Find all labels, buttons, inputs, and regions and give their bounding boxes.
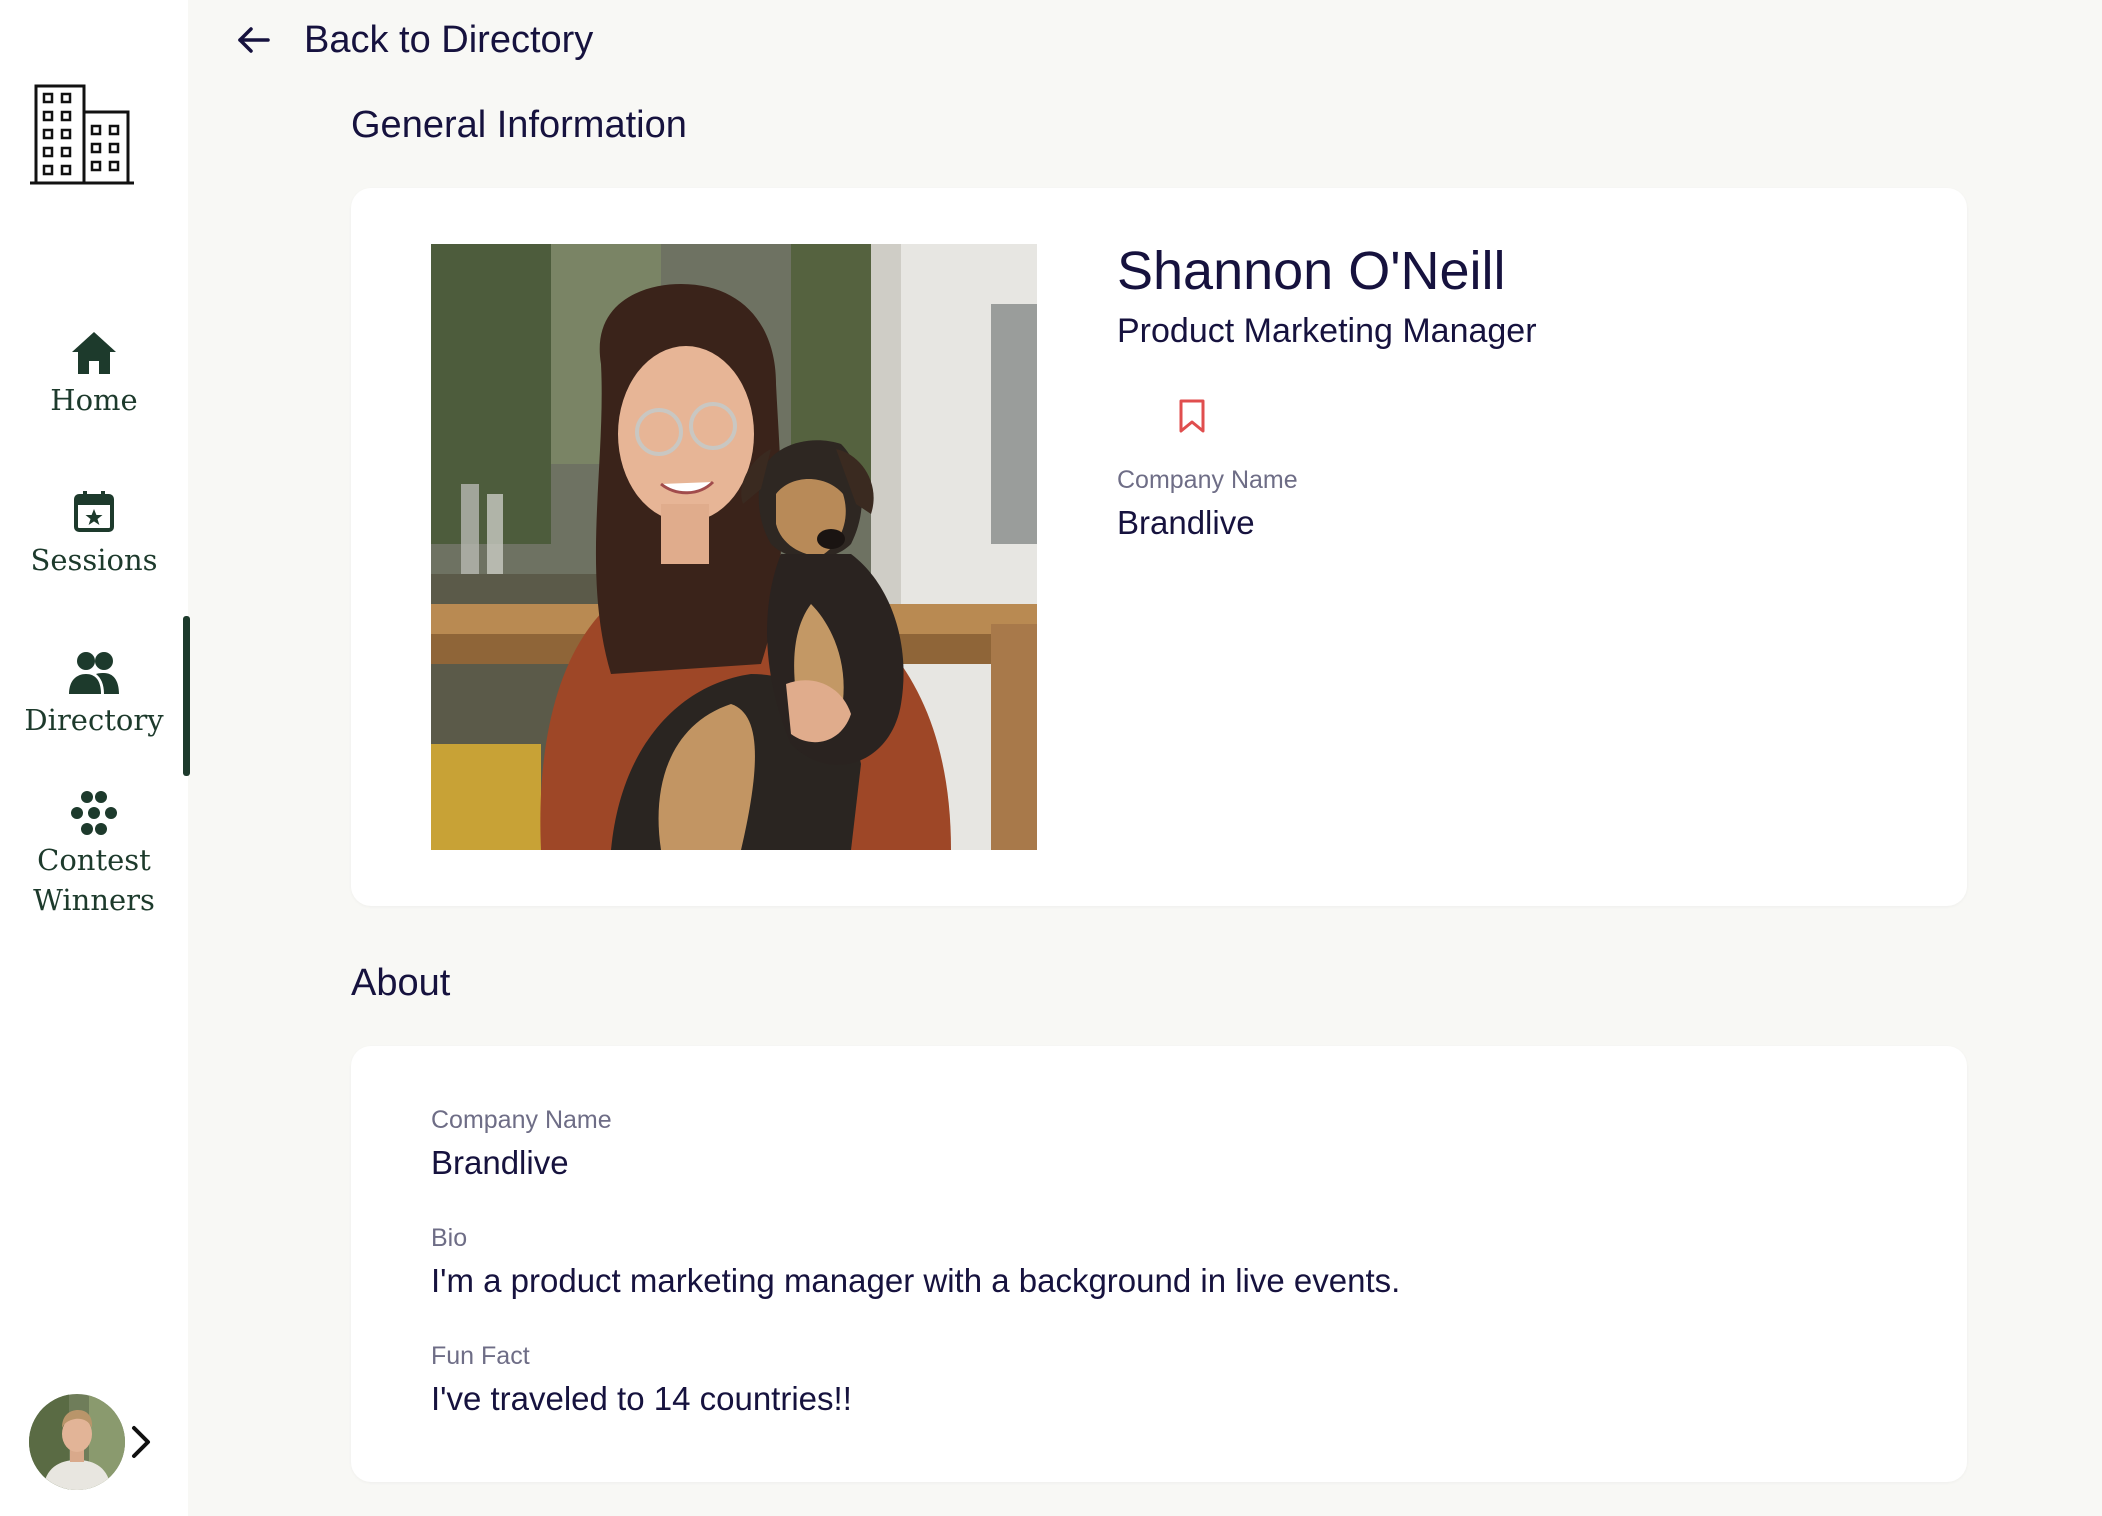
profile-job-title: Product Marketing Manager <box>1117 312 1537 350</box>
avatar[interactable] <box>29 1394 125 1490</box>
back-link-label: Back to Directory <box>304 18 594 61</box>
about-company-value: Brandlive <box>431 1144 569 1181</box>
sidebar-item-label: Directory <box>24 703 164 737</box>
about-card: Company Name Brandlive Bio I'm a product… <box>351 1046 1967 1482</box>
about-company-label: Company Name <box>431 1106 612 1134</box>
section-title-general: General Information <box>351 104 687 146</box>
sidebar-item-directory[interactable]: Directory <box>0 650 188 740</box>
chevron-right-icon[interactable] <box>128 1424 154 1460</box>
sidebar-item-label: Contest Winners <box>33 843 155 917</box>
calendar-star-icon <box>0 490 188 538</box>
general-info-card: Shannon O'Neill Product Marketing Manage… <box>351 188 1967 906</box>
fun-fact-value: I've traveled to 14 countries!! <box>431 1380 852 1417</box>
back-to-directory-link[interactable]: Back to Directory <box>236 12 593 68</box>
fun-fact-label: Fun Fact <box>431 1342 530 1370</box>
sidebar-item-label: Sessions <box>30 543 158 577</box>
sidebar-item-label: Home <box>50 383 138 417</box>
home-icon <box>0 330 188 378</box>
company-name-label: Company Name <box>1117 466 1298 494</box>
profile-name: Shannon O'Neill <box>1117 241 1506 301</box>
sidebar-item-home[interactable]: Home <box>0 330 188 420</box>
section-title-about: About <box>351 962 451 1004</box>
flower-dots-icon <box>0 790 188 838</box>
sidebar: Home Sessions Directory Contest Winners <box>0 0 190 1516</box>
sidebar-item-contest-winners[interactable]: Contest Winners <box>0 790 188 920</box>
building-logo[interactable] <box>30 82 138 186</box>
profile-photo <box>431 244 1037 850</box>
bio-label: Bio <box>431 1224 468 1252</box>
company-name-value: Brandlive <box>1117 504 1255 541</box>
people-icon <box>0 650 188 698</box>
bookmark-icon <box>1179 399 1205 433</box>
active-indicator <box>183 616 190 776</box>
bio-value: I'm a product marketing manager with a b… <box>431 1262 1401 1299</box>
bookmark-button[interactable] <box>1177 398 1207 434</box>
arrow-left-icon <box>238 27 270 53</box>
sidebar-item-sessions[interactable]: Sessions <box>0 490 188 580</box>
